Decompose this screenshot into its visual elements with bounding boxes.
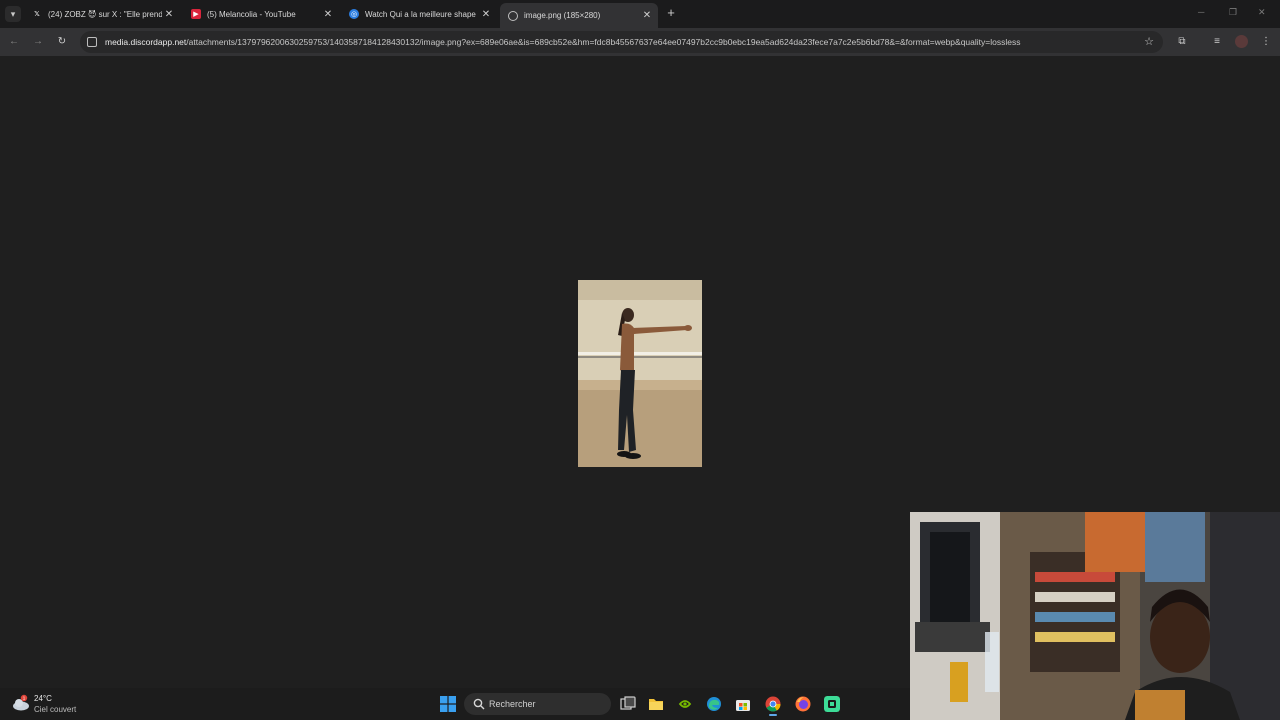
browser-toolbar: ← → ↻ media.discordapp.net/attachments/1… xyxy=(0,28,1280,56)
tab-search-dropdown[interactable]: ▾ xyxy=(5,6,21,22)
tab-image[interactable]: image.png (185×280) ✕ xyxy=(500,3,658,28)
tab-x[interactable]: 𝕏 (24) ZOBZ 😈 sur X : "Elle prend ✕ xyxy=(24,3,180,25)
webcam-overlay xyxy=(910,512,1280,720)
store-icon[interactable] xyxy=(735,696,751,712)
bookmark-star-icon[interactable]: ☆ xyxy=(1144,35,1154,48)
chrome-icon[interactable] xyxy=(765,696,781,712)
task-view-icon[interactable] xyxy=(620,696,636,712)
firefox-icon[interactable] xyxy=(795,696,811,712)
globe-icon xyxy=(508,10,518,21)
viewed-image[interactable] xyxy=(578,280,702,467)
tab-title: (5) Melancolia - YouTube xyxy=(207,9,296,19)
taskbar-search[interactable]: Rechercher xyxy=(464,693,611,715)
extensions-icon[interactable]: ⧉ xyxy=(1175,35,1189,49)
close-icon[interactable]: ✕ xyxy=(162,9,176,20)
minimize-icon[interactable]: ─ xyxy=(1198,7,1204,17)
youtube-icon: ▶ xyxy=(191,9,201,19)
weather-desc[interactable]: Ciel couvert xyxy=(34,705,76,714)
image-photo xyxy=(578,280,702,467)
media-control-icon[interactable]: ≡ xyxy=(1210,35,1224,49)
edge-icon[interactable] xyxy=(706,696,722,712)
url-path: /attachments/1379796200630259753/1403587… xyxy=(186,37,1021,47)
restore-icon[interactable]: ❐ xyxy=(1229,7,1237,18)
forward-icon[interactable]: → xyxy=(31,35,45,49)
nvidia-icon[interactable] xyxy=(677,696,693,712)
chevron-down-icon: ▾ xyxy=(10,8,16,19)
x-icon: 𝕏 xyxy=(34,11,40,18)
back-icon[interactable]: ← xyxy=(7,35,21,49)
site-info-icon[interactable] xyxy=(87,37,97,47)
new-tab-button[interactable]: + xyxy=(664,6,678,20)
tab-title: image.png (185×280) xyxy=(524,11,601,20)
weather-temp[interactable]: 24°C xyxy=(34,694,52,703)
app-icon[interactable] xyxy=(824,696,840,712)
reload-icon[interactable]: ↻ xyxy=(55,35,69,49)
windows-start-icon[interactable] xyxy=(440,696,456,712)
tab-youtube[interactable]: ▶ (5) Melancolia - YouTube ✕ xyxy=(183,3,339,25)
search-label: Rechercher xyxy=(489,699,536,709)
tab-title: Watch Qui a la meilleure shape xyxy=(365,9,476,19)
weather-cloud-icon[interactable]: 1 xyxy=(12,694,30,712)
tab-strip: ▾ 𝕏 (24) ZOBZ 😈 sur X : "Elle prend ✕ ▶ … xyxy=(0,0,1280,28)
url-text[interactable]: media.discordapp.net/attachments/1379796… xyxy=(105,37,1135,47)
search-icon xyxy=(473,698,485,710)
close-icon[interactable]: ✕ xyxy=(479,9,493,20)
window-close-icon[interactable]: ✕ xyxy=(1258,7,1266,18)
streaming-site-icon: ◎ xyxy=(349,9,359,19)
menu-icon[interactable]: ⋮ xyxy=(1259,35,1273,49)
profile-avatar[interactable] xyxy=(1235,35,1248,48)
tab-watch[interactable]: ◎ Watch Qui a la meilleure shape ✕ xyxy=(341,3,497,25)
close-icon[interactable]: ✕ xyxy=(321,9,335,20)
url-host: media.discordapp.net xyxy=(105,37,187,47)
webcam-feed xyxy=(910,512,1280,720)
chrome-active-indicator xyxy=(769,714,777,716)
plus-icon: + xyxy=(667,5,675,20)
file-explorer-icon[interactable] xyxy=(648,696,664,712)
tab-title: (24) ZOBZ 😈 sur X : "Elle prend xyxy=(48,9,162,19)
address-bar[interactable]: media.discordapp.net/attachments/1379796… xyxy=(80,31,1163,53)
close-icon[interactable]: ✕ xyxy=(640,10,654,21)
